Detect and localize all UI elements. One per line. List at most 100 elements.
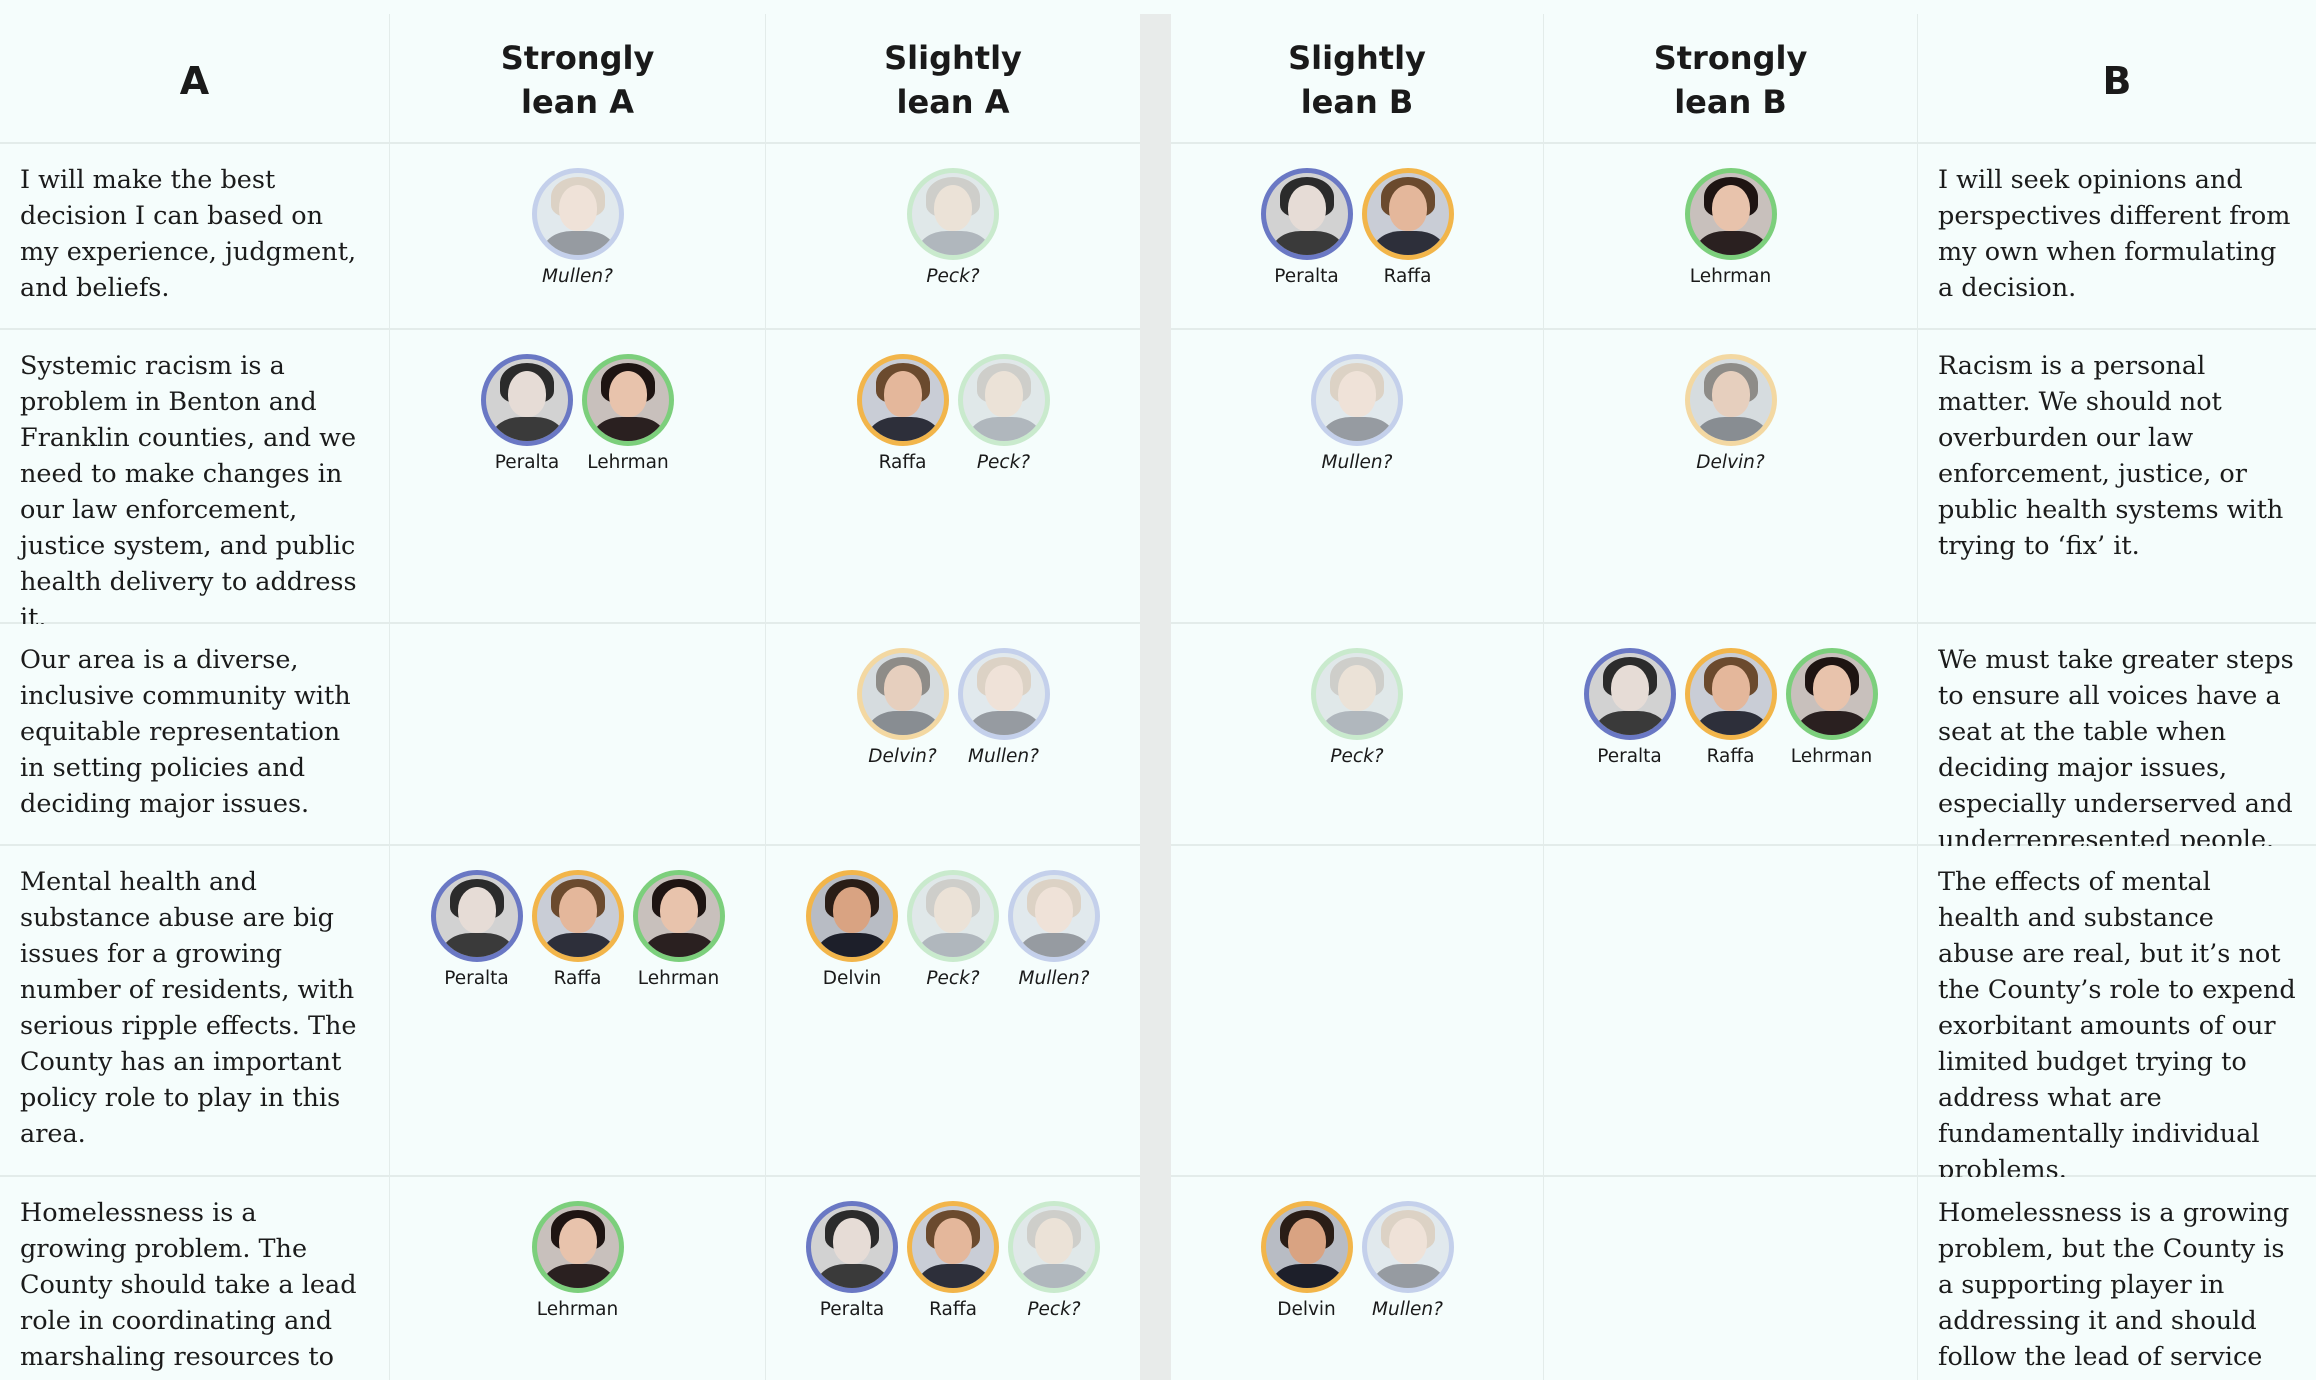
candidate-name: Peralta xyxy=(1597,746,1662,767)
cell-strongly-lean-a: Mullen? xyxy=(389,144,765,330)
header-slightly-lean-a: Slightly lean A xyxy=(765,14,1140,144)
candidate-group: Delvin Peck? Mullen? xyxy=(766,846,1140,989)
candidate-name: Lehrman xyxy=(1790,746,1873,767)
candidate-group: Delvin Mullen? xyxy=(1171,1177,1543,1320)
cell-slightly-lean-a: Delvin? Mullen? xyxy=(765,624,1140,846)
statement-b: The effects of mental health and substan… xyxy=(1917,846,2316,1185)
candidate-peralta: Peralta xyxy=(1260,168,1353,287)
cell-slightly-lean-a: Peck? xyxy=(765,144,1140,330)
cell-strongly-lean-b: Delvin? xyxy=(1543,330,1917,624)
avatar xyxy=(531,168,624,260)
avatar xyxy=(806,1201,898,1293)
candidate-group: Peralta Raffa Lehrman xyxy=(1544,624,1917,767)
statement-a: Systemic racism is a problem in Benton a… xyxy=(0,330,389,633)
cell-slightly-lean-b xyxy=(1171,846,1543,1177)
candidate-mullen: Mullen? xyxy=(1311,354,1403,473)
candidate-raffa: Raffa xyxy=(907,1201,999,1320)
cell-strongly-lean-a: Peralta Lehrman xyxy=(389,330,765,624)
cell-strongly-lean-b xyxy=(1543,1177,1917,1380)
avatar xyxy=(1583,648,1676,740)
cell-slightly-lean-a: Delvin Peck? Mullen? xyxy=(765,846,1140,1177)
statement-b: I will seek opinions and perspectives di… xyxy=(1917,144,2316,330)
candidate-group: Mullen? xyxy=(390,144,765,287)
avatar xyxy=(957,354,1050,446)
candidate-name: Lehrman xyxy=(536,1299,619,1320)
candidate-group: Mullen? xyxy=(1171,330,1543,473)
candidate-name: Peck? xyxy=(926,968,980,989)
cell-slightly-lean-b: Delvin Mullen? xyxy=(1171,1177,1543,1380)
candidate-peralta: Peralta xyxy=(1583,648,1676,767)
candidate-name: Peralta xyxy=(494,452,560,473)
candidate-name: Lehrman xyxy=(587,452,669,473)
candidate-lehrman: Lehrman xyxy=(632,870,725,989)
avatar xyxy=(1361,1201,1454,1293)
cell-strongly-lean-b xyxy=(1543,846,1917,1177)
avatar xyxy=(957,648,1050,740)
candidate-group: Peralta Raffa xyxy=(1171,144,1543,287)
cell-strongly-lean-a xyxy=(389,624,765,846)
candidate-name: Lehrman xyxy=(637,968,720,989)
statement-a: Mental health and substance abuse are bi… xyxy=(0,846,389,1177)
candidate-peck: Peck? xyxy=(957,354,1050,473)
header-slightly-lean-b: Slightly lean B xyxy=(1171,14,1543,144)
statement-b: We must take greater steps to ensure all… xyxy=(1917,624,2316,855)
center-divider xyxy=(1140,624,1171,846)
avatar xyxy=(430,870,523,962)
candidate-lehrman: Lehrman xyxy=(582,354,674,473)
cell-slightly-lean-b: Mullen? xyxy=(1171,330,1543,624)
avatar xyxy=(481,354,573,446)
candidate-raffa: Raffa xyxy=(1361,168,1454,287)
avatar xyxy=(1361,168,1454,260)
candidate-peck: Peck? xyxy=(1008,1201,1100,1320)
candidate-peralta: Peralta xyxy=(806,1201,898,1320)
candidate-group: Peralta Lehrman xyxy=(390,330,765,473)
candidate-group xyxy=(1544,846,1917,870)
candidate-peck: Peck? xyxy=(1311,648,1403,767)
candidate-name: Delvin? xyxy=(868,746,937,767)
avatar xyxy=(907,168,999,260)
candidate-name: Peralta xyxy=(819,1299,885,1320)
candidate-raffa: Raffa xyxy=(856,354,949,473)
avatar xyxy=(531,870,624,962)
avatar xyxy=(531,1201,624,1293)
candidate-name: Raffa xyxy=(1383,266,1432,287)
candidate-name: Raffa xyxy=(878,452,927,473)
candidate-group: Delvin? Mullen? xyxy=(766,624,1140,767)
statement-b: Homelessness is a growing problem, but t… xyxy=(1917,1177,2316,1380)
header-strongly-lean-b: Strongly lean B xyxy=(1543,14,1917,144)
avatar xyxy=(632,870,725,962)
candidate-name: Lehrman xyxy=(1689,266,1772,287)
avatar xyxy=(806,870,898,962)
candidate-mullen: Mullen? xyxy=(531,168,624,287)
candidate-position-table: A Strongly lean A Slightly lean A Slight… xyxy=(0,14,2316,1380)
header-statement-a: A xyxy=(0,14,389,144)
comparison-page: A Strongly lean A Slightly lean A Slight… xyxy=(0,0,2316,1380)
candidate-peralta: Peralta xyxy=(430,870,523,989)
cell-strongly-lean-b: Lehrman xyxy=(1543,144,1917,330)
candidate-group: Raffa Peck? xyxy=(766,330,1140,473)
avatar xyxy=(1008,870,1100,962)
candidate-name: Peralta xyxy=(1274,266,1339,287)
candidate-name: Peck? xyxy=(976,452,1031,473)
candidate-name: Peck? xyxy=(926,266,980,287)
candidate-peck: Peck? xyxy=(907,168,999,287)
candidate-raffa: Raffa xyxy=(1684,648,1777,767)
candidate-name: Mullen? xyxy=(968,746,1039,767)
candidate-name: Mullen? xyxy=(1372,1299,1443,1320)
avatar xyxy=(856,648,949,740)
candidate-name: Delvin? xyxy=(1696,452,1765,473)
candidate-lehrman: Lehrman xyxy=(1684,168,1777,287)
candidate-group xyxy=(390,624,765,648)
statement-a: Our area is a diverse, inclusive communi… xyxy=(0,624,389,846)
center-divider xyxy=(1140,144,1171,330)
avatar xyxy=(1684,354,1777,446)
avatar xyxy=(1684,648,1777,740)
center-divider xyxy=(1140,14,1171,144)
candidate-name: Mullen? xyxy=(542,266,613,287)
candidate-mullen: Mullen? xyxy=(1008,870,1100,989)
candidate-group: Peralta Raffa Lehrman xyxy=(390,846,765,989)
candidate-name: Raffa xyxy=(553,968,602,989)
candidate-group: Lehrman xyxy=(390,1177,765,1320)
avatar xyxy=(907,870,999,962)
statement-b: Racism is a personal matter. We should n… xyxy=(1917,330,2316,624)
